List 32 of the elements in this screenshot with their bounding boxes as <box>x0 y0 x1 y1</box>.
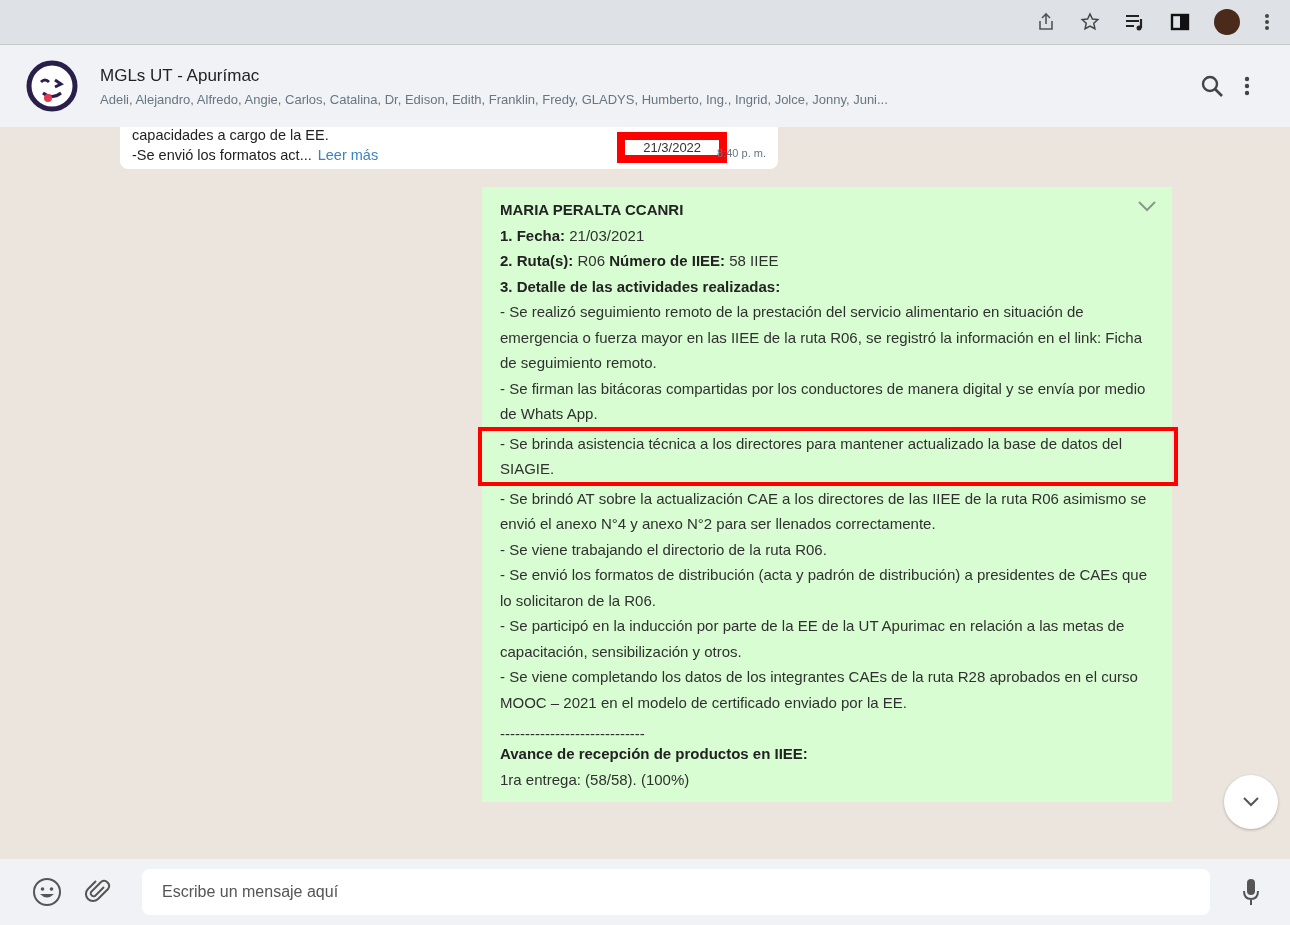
message-text: 2. Ruta(s): R06 Número de IIEE: 58 IIEE <box>500 251 780 271</box>
menu-icon[interactable] <box>1244 75 1250 97</box>
message-text: 1ra entrega: (58/58). (100%) <box>500 769 691 790</box>
message-text: - Se envió los formatos de distribución (acta y padrón de distribución) a presidentes de CAEs que lo solicitaron de la R06. <box>500 565 1148 611</box>
section-heading: 3. Detalle de las actividades realizadas: <box>500 276 781 297</box>
message-text: 1. Fecha: 21/03/2021 <box>500 225 646 246</box>
more-icon[interactable] <box>1264 12 1270 32</box>
message-input[interactable]: Escribe un mensaje aquí <box>142 869 1210 915</box>
emoji-icon[interactable] <box>32 877 62 907</box>
member-list: Adeli, Alejandro, Alfredo, Angie, Carlos, Catalina, Dr, Edison, Edith, Franklin, Fredy, GLADYS, Humberto, Ing., Ingrid, Jolce, Jonny, Juni... <box>100 91 1180 107</box>
message-text: - Se firman las bitácoras compartidas por los conductores de manera digital y se envía por medio de Whats App. <box>500 378 1147 424</box>
message-text: capacidades a cargo de la EE. <box>132 127 330 143</box>
message-text: - Se viene completando los datos de los integrantes CAEs de la ruta R28 aprobados en el curso MOOC – 2021 en el modelo de certificado enviado por la EE. <box>500 667 1139 713</box>
sender-name: MARIA PERALTA CCANRI <box>500 200 684 220</box>
search-icon[interactable] <box>1200 74 1224 98</box>
read-more-link[interactable]: Leer más <box>317 147 379 163</box>
microphone-icon[interactable] <box>1242 878 1260 906</box>
message-text: - Se realizó seguimiento remoto de la prestación del servicio alimentario en situación de emergencia o fuerza mayor en las IIEE de la ruta R06, se registró la información en el link: Ficha de seguimiento remoto. <box>500 302 1143 373</box>
dashed-divider-text: ----------------------------- <box>500 724 646 741</box>
chevron-down-icon[interactable] <box>1138 201 1156 212</box>
group-title[interactable]: MGLs UT - Apurímac <box>100 65 1180 86</box>
message-text: - Se brindó AT sobre la actualización CAE a los directores de las IIEE de la ruta R06 asimismo se envió el anexo N°4 y anexo N°2 para ser llenados correctamente. <box>500 488 1148 534</box>
profile-avatar[interactable] <box>1214 9 1240 35</box>
message-text: - Se participó en la inducción por parte de la EE de la UT Apurimac en relación a las metas de capacitación, sensibilización y otros. <box>500 616 1126 662</box>
side-panel-icon[interactable] <box>1170 12 1190 32</box>
star-icon[interactable] <box>1080 12 1100 32</box>
emoji-face-icon[interactable] <box>26 60 78 112</box>
chevron-down-icon <box>1243 797 1259 807</box>
share-icon[interactable] <box>1036 12 1056 32</box>
section-heading: Avance de recepción de productos en IIEE: <box>500 744 808 764</box>
message-text: -Se envió los formatos act... <box>132 147 312 163</box>
message-text: - Se viene trabajando el directorio de la ruta R06. <box>500 539 828 560</box>
